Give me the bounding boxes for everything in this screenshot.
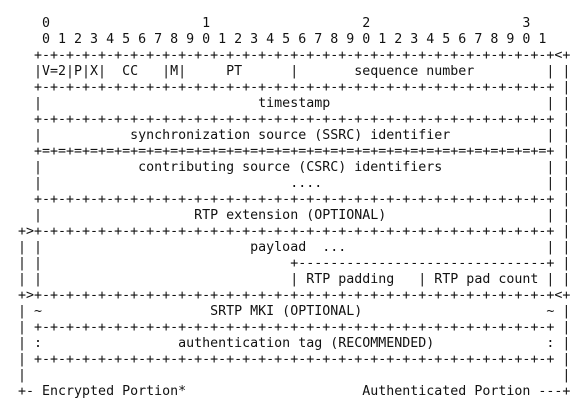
bracket-connector-row: | | [10,368,571,383]
csrc-row: | contributing source (CSRC) identifiers… [10,160,571,175]
top-border: +-+-+-+-+-+-+-+-+-+-+-+-+-+-+-+-+-+-+-+-… [10,48,571,63]
payload-row: | | payload ... | | [10,240,571,255]
encrypted-portion-start-border: +>+-+-+-+-+-+-+-+-+-+-+-+-+-+-+-+-+-+-+-… [10,224,571,239]
row-separator: +-+-+-+-+-+-+-+-+-+-+-+-+-+-+-+-+-+-+-+-… [10,112,571,127]
encrypted-portion-end-border: +>+-+-+-+-+-+-+-+-+-+-+-+-+-+-+-+-+-+-+-… [10,288,571,303]
srtp-mki-row: | ~ SRTP MKI (OPTIONAL) ~ | [10,304,571,319]
padding-row: | | | RTP padding | RTP pad count | | [10,272,571,287]
timestamp-row: | timestamp | | [10,96,571,111]
csrc-continuation-row: | .... | | [10,176,571,191]
header-fields-row: |V=2|P|X| CC |M| PT | sequence number | … [10,64,571,79]
row-separator-double: +=+=+=+=+=+=+=+=+=+=+=+=+=+=+=+=+=+=+=+=… [10,144,571,159]
row-separator: | +-+-+-+-+-+-+-+-+-+-+-+-+-+-+-+-+-+-+-… [10,320,571,335]
padding-separator: | | +-------------------------------+ | [10,256,571,271]
bit-octet-index-row: 0 1 2 3 [10,16,531,31]
rtp-extension-row: | RTP extension (OPTIONAL) | | [10,208,571,223]
bit-index-row: 0 1 2 3 4 5 6 7 8 9 0 1 2 3 4 5 6 7 8 9 … [10,32,547,47]
row-separator: +-+-+-+-+-+-+-+-+-+-+-+-+-+-+-+-+-+-+-+-… [10,192,571,207]
authentication-tag-row: | : authentication tag (RECOMMENDED) : | [10,336,571,351]
bottom-border: | +-+-+-+-+-+-+-+-+-+-+-+-+-+-+-+-+-+-+-… [10,352,571,367]
row-separator: +-+-+-+-+-+-+-+-+-+-+-+-+-+-+-+-+-+-+-+-… [10,80,571,95]
srtp-packet-format-diagram: 0 1 2 3 0 1 2 3 4 5 6 7 8 9 0 1 2 3 4 5 … [0,0,576,410]
portion-legend-row: +- Encrypted Portion* Authenticated Port… [10,384,571,399]
ssrc-row: | synchronization source (SSRC) identifi… [10,128,571,143]
